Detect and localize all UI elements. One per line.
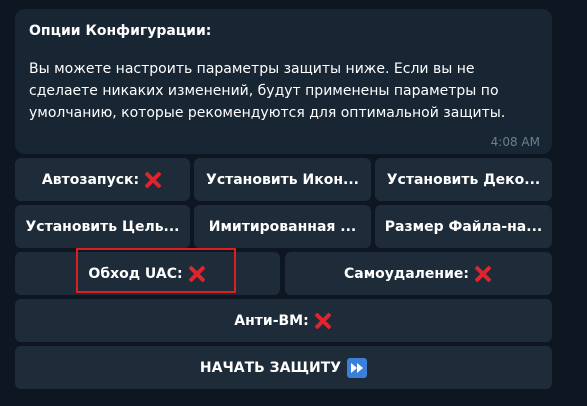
- red-x-icon: [313, 311, 333, 331]
- message-bubble: Опции Конфигурации: Вы можете настроить …: [15, 9, 552, 154]
- self-delete-label: Самоудаление:: [344, 265, 469, 282]
- simulated-button[interactable]: Имитированная ...: [194, 205, 371, 248]
- red-x-icon: [143, 170, 163, 190]
- fast-forward-icon: [347, 357, 368, 378]
- anti-vm-button[interactable]: Анти-ВМ:: [15, 299, 552, 342]
- file-size-label: Размер Файла-на...: [384, 218, 543, 235]
- message-title: Опции Конфигурации:: [29, 23, 212, 39]
- self-delete-button[interactable]: Самоудаление:: [285, 252, 552, 295]
- file-size-button[interactable]: Размер Файла-на...: [375, 205, 552, 248]
- autostart-button[interactable]: Автозапуск:: [15, 158, 190, 201]
- anti-vm-label: Анти-ВМ:: [234, 312, 309, 329]
- message-body: Вы можете настроить параметры защиты ниж…: [29, 61, 506, 121]
- uac-bypass-label: Обход UAC:: [88, 265, 183, 282]
- set-decoy-button[interactable]: Установить Деко...: [375, 158, 552, 201]
- set-icon-button[interactable]: Установить Икон...: [194, 158, 371, 201]
- red-x-icon: [187, 264, 207, 284]
- uac-bypass-button[interactable]: Обход UAC:: [15, 252, 280, 295]
- set-icon-label: Установить Икон...: [206, 171, 359, 188]
- autostart-label: Автозапуск:: [41, 171, 140, 188]
- simulated-label: Имитированная ...: [208, 218, 357, 235]
- set-target-button[interactable]: Установить Цель...: [15, 205, 190, 248]
- set-decoy-label: Установить Деко...: [386, 171, 541, 188]
- start-protection-label: НАЧАТЬ ЗАЩИТУ: [199, 359, 342, 376]
- start-protection-button[interactable]: НАЧАТЬ ЗАЩИТУ: [15, 346, 552, 389]
- red-x-icon: [473, 264, 493, 284]
- message-timestamp: 4:08 AM: [490, 135, 540, 149]
- set-target-label: Установить Цель...: [25, 218, 180, 235]
